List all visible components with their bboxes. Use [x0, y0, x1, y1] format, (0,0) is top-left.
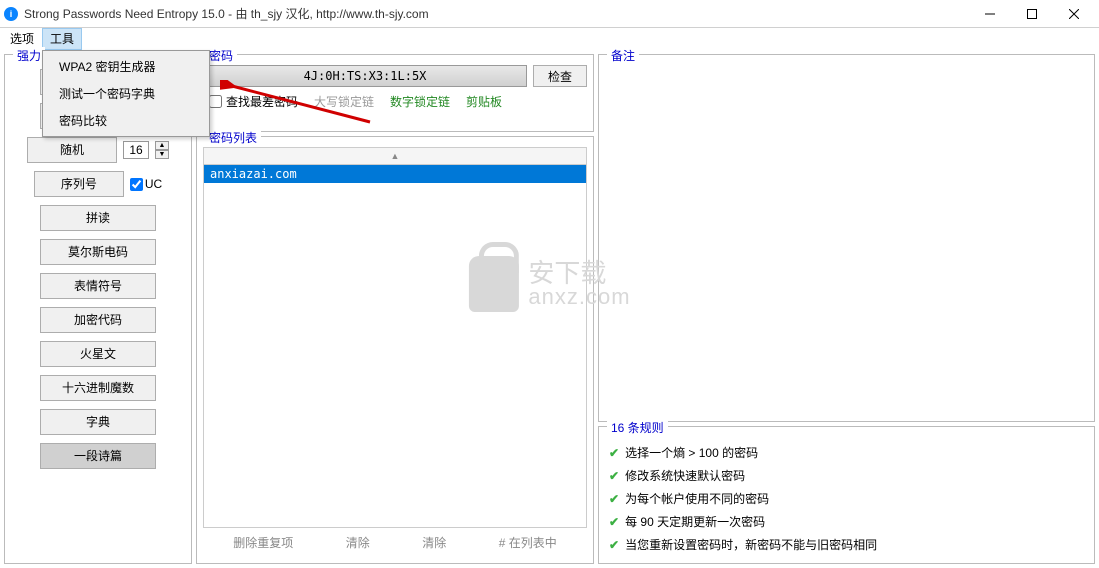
rule-item: ✔每 90 天定期更新一次密码 — [607, 510, 1086, 533]
find-worst-label: 查找最差密码 — [226, 93, 298, 110]
app-icon: i — [4, 7, 18, 21]
notes-legend: 备注 — [607, 47, 639, 64]
btn-random[interactable]: 随机 — [27, 137, 117, 163]
btn-morse[interactable]: 莫尔斯电码 — [40, 239, 156, 265]
menu-wpa2-generator[interactable]: WPA2 密钥生成器 — [45, 53, 207, 80]
notes-group: 备注 — [598, 54, 1095, 422]
btn-hex[interactable]: 十六进制魔数 — [40, 375, 156, 401]
rule-item: ✔修改系统快速默认密码 — [607, 464, 1086, 487]
minimize-button[interactable] — [969, 0, 1011, 28]
check-icon: ✔ — [609, 446, 619, 460]
list-item[interactable]: anxiazai.com — [204, 165, 586, 183]
footer-dedup[interactable]: 删除重复项 — [233, 534, 293, 551]
rules-legend: 16 条规则 — [607, 419, 668, 436]
password-list[interactable]: anxiazai.com — [203, 165, 587, 528]
random-length-value[interactable]: 16 — [123, 141, 149, 159]
check-icon: ✔ — [609, 492, 619, 506]
list-footer: 删除重复项 清除 清除 # 在列表中 — [203, 528, 587, 557]
maximize-button[interactable] — [1011, 0, 1053, 28]
btn-pinyin[interactable]: 拼读 — [40, 205, 156, 231]
rule-item: ✔选择一个熵 > 100 的密码 — [607, 441, 1086, 464]
btn-encrypt[interactable]: 加密代码 — [40, 307, 156, 333]
password-group: 密码 4J:0H:TS:X3:1L:5X 检查 查找最差密码 大写锁定链 数字锁… — [196, 54, 594, 132]
check-icon: ✔ — [609, 515, 619, 529]
btn-serial[interactable]: 序列号 — [34, 171, 124, 197]
window-title: Strong Passwords Need Entropy 15.0 - 由 t… — [24, 5, 969, 22]
close-button[interactable] — [1053, 0, 1095, 28]
check-button[interactable]: 检查 — [533, 65, 587, 87]
find-worst-checkbox[interactable] — [209, 95, 222, 108]
rule-item: ✔为每个帐户使用不同的密码 — [607, 487, 1086, 510]
check-icon: ✔ — [609, 469, 619, 483]
footer-inlist: # 在列表中 — [499, 534, 557, 551]
footer-clear1[interactable]: 清除 — [346, 534, 370, 551]
password-list-group: 密码列表 ▲ anxiazai.com 删除重复项 清除 清除 # 在列表中 — [196, 136, 594, 564]
menu-password-compare[interactable]: 密码比较 — [45, 107, 207, 134]
rules-group: 16 条规则 ✔选择一个熵 > 100 的密码 ✔修改系统快速默认密码 ✔为每个… — [598, 426, 1095, 564]
menu-tools[interactable]: 工具 — [42, 28, 82, 50]
btn-poem[interactable]: 一段诗篇 — [40, 443, 156, 469]
rules-list: ✔选择一个熵 > 100 的密码 ✔修改系统快速默认密码 ✔为每个帐户使用不同的… — [605, 437, 1088, 560]
btn-mars[interactable]: 火星文 — [40, 341, 156, 367]
menubar: 选项 工具 — [0, 28, 1099, 50]
uc-label: UC — [145, 177, 162, 191]
rule-item: ✔当您重新设置密码时，新密码不能与旧密码相同 — [607, 533, 1086, 556]
password-list-legend: 密码列表 — [205, 129, 261, 146]
footer-clear2[interactable]: 清除 — [422, 534, 446, 551]
tools-dropdown: WPA2 密钥生成器 测试一个密码字典 密码比较 — [42, 50, 210, 137]
uc-checkbox[interactable] — [130, 178, 143, 191]
window-titlebar: i Strong Passwords Need Entropy 15.0 - 由… — [0, 0, 1099, 28]
list-header[interactable]: ▲ — [203, 147, 587, 165]
sort-indicator-icon: ▲ — [391, 151, 400, 161]
num-lock-status: 数字锁定链 — [390, 93, 450, 110]
menu-test-dictionary[interactable]: 测试一个密码字典 — [45, 80, 207, 107]
random-length-spinner[interactable]: ▲▼ — [155, 141, 169, 159]
clipboard-status: 剪贴板 — [466, 93, 502, 110]
strength-legend: 强力 — [13, 47, 45, 64]
btn-emoji[interactable]: 表情符号 — [40, 273, 156, 299]
check-icon: ✔ — [609, 538, 619, 552]
password-field[interactable]: 4J:0H:TS:X3:1L:5X — [203, 65, 527, 87]
caps-lock-status: 大写锁定链 — [314, 93, 374, 110]
btn-dictionary[interactable]: 字典 — [40, 409, 156, 435]
